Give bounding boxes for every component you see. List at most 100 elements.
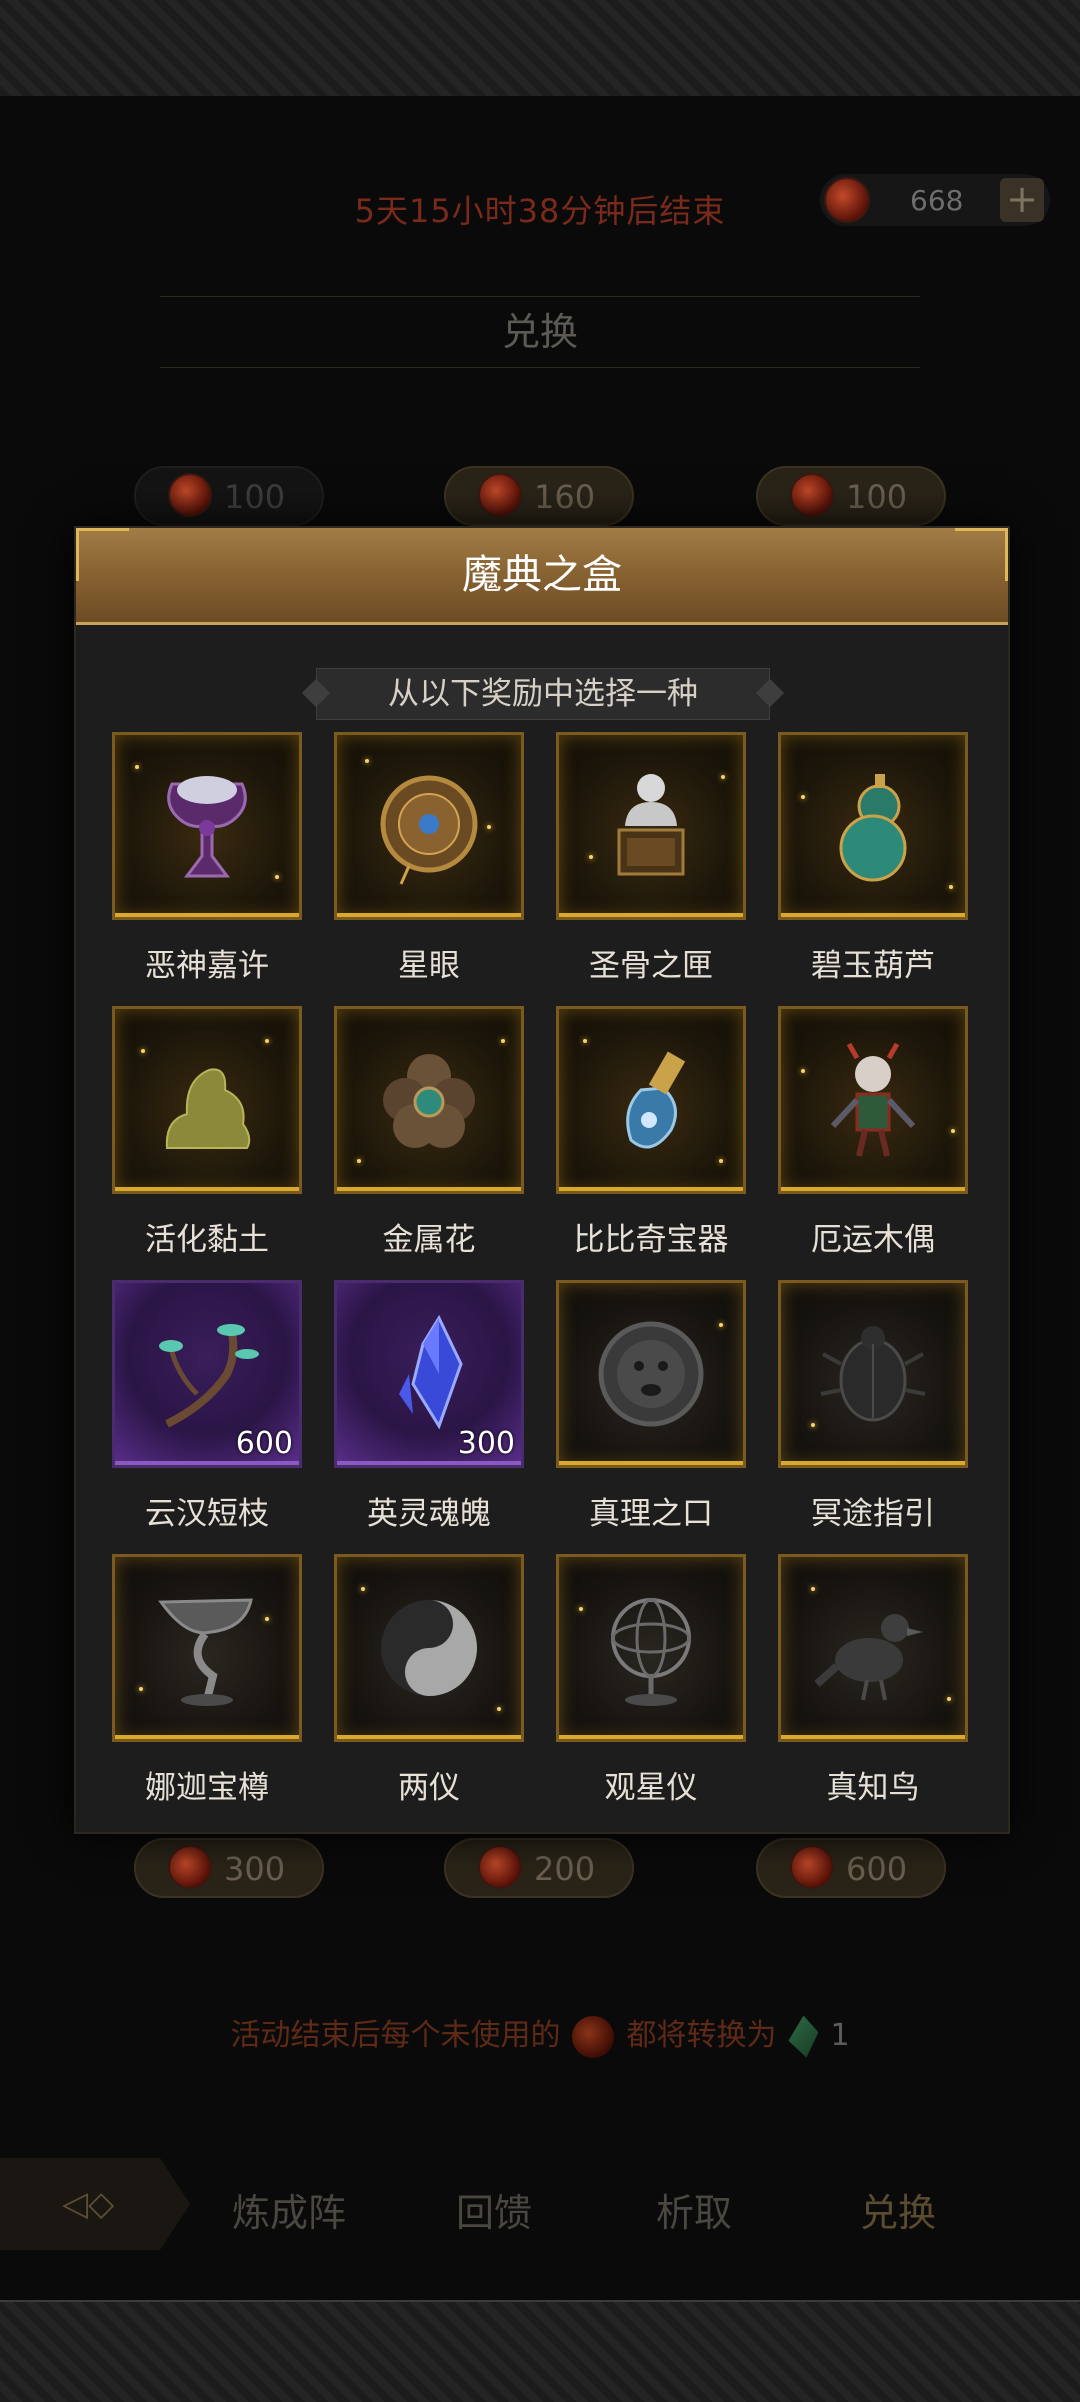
reward-name: 真理之口 <box>589 1496 713 1532</box>
reward-item[interactable]: 300 英灵魂魄 <box>334 1280 524 1532</box>
tab-exchange[interactable]: 兑换 <box>860 2182 936 2237</box>
crystal-icon <box>399 1314 463 1430</box>
reward-tile[interactable] <box>556 1280 746 1468</box>
back-button[interactable]: ◁◇ <box>0 2158 190 2250</box>
reward-name: 云汉短枝 <box>145 1496 269 1532</box>
reward-tile[interactable] <box>334 732 524 920</box>
modal-title: 魔典之盒 <box>462 552 622 598</box>
modal-subtitle: 从以下奖励中选择一种 <box>388 676 698 712</box>
reward-tile[interactable] <box>556 1554 746 1742</box>
reward-item[interactable]: 真理之口 <box>556 1280 746 1532</box>
yin-yang-icon <box>381 1600 477 1696</box>
red-gem-icon <box>790 1845 834 1889</box>
bird-icon <box>814 1614 923 1701</box>
red-gem-icon <box>824 177 870 223</box>
reward-tile[interactable] <box>778 732 968 920</box>
reward-tile[interactable] <box>556 1006 746 1194</box>
puppet-icon <box>830 1042 916 1157</box>
reward-tile[interactable] <box>778 1554 968 1742</box>
reward-item[interactable]: 冥途指引 <box>778 1280 968 1532</box>
reward-tile[interactable] <box>334 1554 524 1742</box>
currency-value: 668 <box>910 184 964 217</box>
reward-name: 厄运木偶 <box>811 1222 935 1258</box>
cost-tag: 160 <box>444 466 634 526</box>
red-gem-icon <box>572 2015 615 2058</box>
scarab-icon <box>820 1326 926 1422</box>
back-arrow-icon: ◁◇ <box>62 2184 115 2224</box>
bottom-tab-bar: ◁◇ 炼成阵 回馈 析取 兑换 <box>0 2158 1080 2258</box>
event-countdown: 5天15小时38分钟后结束 <box>354 192 726 230</box>
reward-tile[interactable] <box>556 732 746 920</box>
stone-face-icon <box>598 1321 704 1427</box>
reward-tile[interactable] <box>112 1006 302 1194</box>
vial-icon <box>626 1051 686 1149</box>
item-count: 600 <box>235 1426 293 1461</box>
reward-tile[interactable] <box>778 1006 968 1194</box>
cost-tag: 200 <box>444 1838 634 1898</box>
reward-item[interactable]: 圣骨之匣 <box>556 732 746 984</box>
note-text-before: 活动结束后每个未使用的 <box>230 2018 561 2053</box>
bottom-decorative-bar <box>0 2300 1080 2402</box>
reward-item[interactable]: 600 云汉短枝 <box>112 1280 302 1532</box>
cost-value: 200 <box>534 1850 596 1888</box>
branch-icon <box>159 1324 259 1428</box>
reward-item[interactable]: 两仪 <box>334 1554 524 1806</box>
cost-value: 160 <box>534 478 596 516</box>
reward-name: 活化黏土 <box>145 1222 269 1258</box>
tab-extract[interactable]: 析取 <box>656 2182 732 2237</box>
green-crystal-icon <box>788 2015 819 2058</box>
red-gem-icon <box>478 1845 522 1889</box>
conversion-note: 活动结束后每个未使用的 都将转换为 1 <box>0 2010 1080 2058</box>
cost-tag: 300 <box>134 1838 324 1898</box>
reward-item[interactable]: 星眼 <box>334 732 524 984</box>
cost-tag: 100 <box>756 466 946 526</box>
reward-tile[interactable] <box>334 1006 524 1194</box>
reward-tile[interactable] <box>112 732 302 920</box>
reward-tile[interactable] <box>112 1554 302 1742</box>
reward-name: 两仪 <box>398 1770 460 1806</box>
armillary-icon <box>611 1598 691 1706</box>
reward-name: 冥途指引 <box>811 1496 935 1532</box>
reward-name: 碧玉葫芦 <box>811 948 935 984</box>
reward-tile[interactable] <box>778 1280 968 1468</box>
top-decorative-bar <box>0 0 1080 98</box>
red-gem-icon <box>478 473 522 517</box>
eye-shield-icon <box>380 775 478 885</box>
cost-value: 300 <box>224 1850 286 1888</box>
cost-value: 600 <box>846 1850 908 1888</box>
section-title: 兑换 <box>160 296 920 368</box>
modal-header: 魔典之盒 <box>76 528 1008 625</box>
add-currency-button[interactable]: + <box>1000 178 1044 222</box>
reward-tile[interactable]: 600 <box>112 1280 302 1468</box>
bust-reliquary-icon <box>617 774 685 876</box>
gourd-icon <box>839 774 907 882</box>
reward-item[interactable]: 真知鸟 <box>778 1554 968 1806</box>
reward-item[interactable]: 厄运木偶 <box>778 1006 968 1258</box>
reward-name: 真知鸟 <box>826 1770 920 1806</box>
conversion-count: 1 <box>830 2018 850 2053</box>
metal-flower-icon <box>383 1054 475 1148</box>
cost-tag: 100 <box>134 466 324 526</box>
reward-name: 英灵魂魄 <box>367 1496 491 1532</box>
goblet-icon <box>158 1598 253 1706</box>
reward-item[interactable]: 金属花 <box>334 1006 524 1258</box>
clay-icon <box>165 1068 251 1149</box>
reward-item[interactable]: 碧玉葫芦 <box>778 732 968 984</box>
red-gem-icon <box>790 473 834 517</box>
reward-item[interactable]: 比比奇宝器 <box>556 1006 746 1258</box>
cost-value: 100 <box>224 478 286 516</box>
tab-feedback[interactable]: 回馈 <box>456 2182 532 2237</box>
reward-name: 圣骨之匣 <box>589 948 713 984</box>
reward-tile[interactable]: 300 <box>334 1280 524 1468</box>
note-text-after: 都将转换为 <box>626 2018 777 2053</box>
red-gem-icon <box>168 1845 212 1889</box>
reward-item[interactable]: 娜迦宝樽 <box>112 1554 302 1806</box>
reward-name: 比比奇宝器 <box>573 1222 729 1258</box>
reward-item[interactable]: 活化黏土 <box>112 1006 302 1258</box>
reward-item[interactable]: 观星仪 <box>556 1554 746 1806</box>
cost-tag: 600 <box>756 1838 946 1898</box>
chalice-icon <box>167 776 247 878</box>
tab-formation[interactable]: 炼成阵 <box>232 2182 346 2237</box>
red-gem-icon <box>168 473 212 517</box>
reward-item[interactable]: 恶神嘉许 <box>112 732 302 984</box>
